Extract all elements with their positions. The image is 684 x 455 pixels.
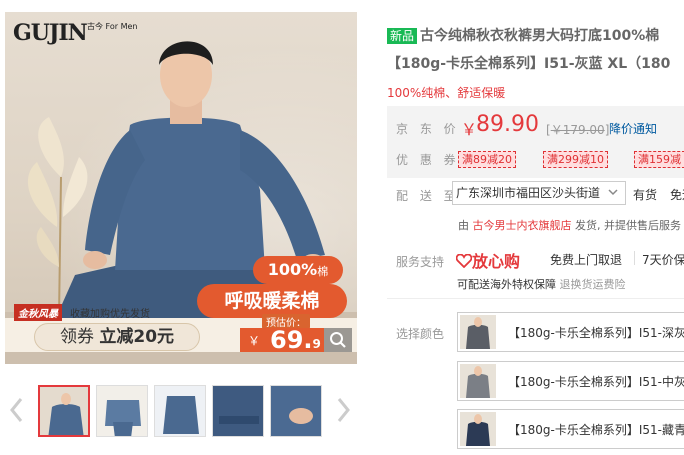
- swatch-image: [466, 317, 490, 349]
- thumbnail-image: [271, 386, 321, 436]
- thumbnail-1[interactable]: [38, 385, 90, 437]
- thumbnail-image: [97, 386, 147, 436]
- service-divider: [634, 251, 635, 265]
- thumbnail-2[interactable]: [96, 385, 148, 437]
- chevron-left-icon: [10, 398, 23, 422]
- delivery-address-select[interactable]: 广东深圳市福田区沙头街道: [452, 181, 626, 205]
- seller-info: 由 古今男士内衣旗舰店 发货, 并提供售后服务: [458, 219, 681, 232]
- coupon-3[interactable]: 满159减: [634, 151, 684, 168]
- service-free-return[interactable]: 免费上门取退: [550, 251, 622, 268]
- heart-icon: [455, 253, 473, 269]
- color-swatch: [460, 412, 496, 446]
- brand-logo: GUJIN: [13, 20, 88, 46]
- color-option-1[interactable]: 【180g-卡乐全棉系列】I51-深灰: [457, 312, 684, 352]
- delivery-label: 配 送 至: [396, 189, 460, 203]
- brand-logo-sub: 古今 For Men: [87, 22, 138, 31]
- presale-price: 69.9: [270, 326, 321, 354]
- promo-tag: 金秋风暴: [14, 304, 62, 321]
- product-subtitle: 【180g-卡乐全棉系列】I51-灰蓝 XL（180: [387, 56, 671, 72]
- thumbnail-image: [155, 386, 205, 436]
- coupon-label: 优 惠 券: [396, 153, 460, 167]
- thumbnail-image: [40, 387, 88, 435]
- chevron-right-icon: [337, 398, 350, 422]
- coupon-1[interactable]: 满89减20: [458, 151, 516, 168]
- promo-subtext: 收藏加购优先发货: [70, 309, 150, 320]
- color-label: 选择颜色: [396, 327, 445, 341]
- color-option-label: 【180g-卡乐全棉系列】I51-藏青: [508, 423, 684, 437]
- service-label: 服务支持: [396, 255, 445, 269]
- new-tag: 新品: [387, 28, 418, 44]
- service-note: 可配送海外特权保障 退换货运费险: [457, 278, 626, 291]
- color-swatch: [460, 364, 496, 398]
- chevron-down-icon: [608, 189, 618, 196]
- price-value: 89.90: [476, 112, 539, 137]
- price-notify-link[interactable]: 降价通知: [609, 120, 657, 137]
- thumbnail-5[interactable]: [270, 385, 322, 437]
- zoom-button[interactable]: [324, 328, 352, 352]
- color-swatch: [460, 315, 496, 349]
- fangxin-badge[interactable]: 放心购: [455, 248, 520, 272]
- shop-link[interactable]: 古今男士内衣旗舰店: [473, 219, 572, 232]
- warm-badge: 呼吸暖柔棉: [197, 284, 347, 318]
- swatch-image: [466, 414, 490, 446]
- thumbnail-3[interactable]: [154, 385, 206, 437]
- thumbnail-image: [213, 386, 263, 436]
- color-option-label: 【180g-卡乐全棉系列】I51-中灰: [508, 375, 684, 389]
- cotton-badge: 100%棉: [253, 256, 343, 284]
- presale-currency: ￥: [248, 334, 261, 348]
- stock-status: 有货: [633, 188, 658, 202]
- swatch-image: [466, 366, 490, 398]
- image-coupon-banner: 领券 立减20元: [34, 323, 200, 351]
- thumbnail-4[interactable]: [212, 385, 264, 437]
- color-option-2[interactable]: 【180g-卡乐全棉系列】I51-中灰: [457, 361, 684, 401]
- coupon-2[interactable]: 满299减10: [543, 151, 608, 168]
- free-shipping: 免运: [670, 188, 684, 202]
- product-title: 新品 古今纯棉秋衣秋裤男大码打底100%棉: [387, 26, 684, 46]
- divider: [387, 298, 684, 299]
- product-slogan: 100%纯棉、舒适保暖: [387, 86, 506, 100]
- thumb-next-button[interactable]: [334, 395, 354, 425]
- color-option-3[interactable]: 【180g-卡乐全棉系列】I51-藏青: [457, 409, 684, 449]
- price-currency: ￥: [461, 120, 478, 139]
- service-price-protect[interactable]: 7天价保: [642, 251, 684, 268]
- price-label: 京 东 价: [396, 122, 460, 136]
- thumb-prev-button[interactable]: [6, 395, 26, 425]
- magnifier-icon: [330, 332, 346, 348]
- product-title-text: 古今纯棉秋衣秋裤男大码打底100%棉: [420, 28, 660, 44]
- color-option-label: 【180g-卡乐全棉系列】I51-深灰: [508, 326, 684, 340]
- original-price: [￥179.00]: [546, 123, 610, 137]
